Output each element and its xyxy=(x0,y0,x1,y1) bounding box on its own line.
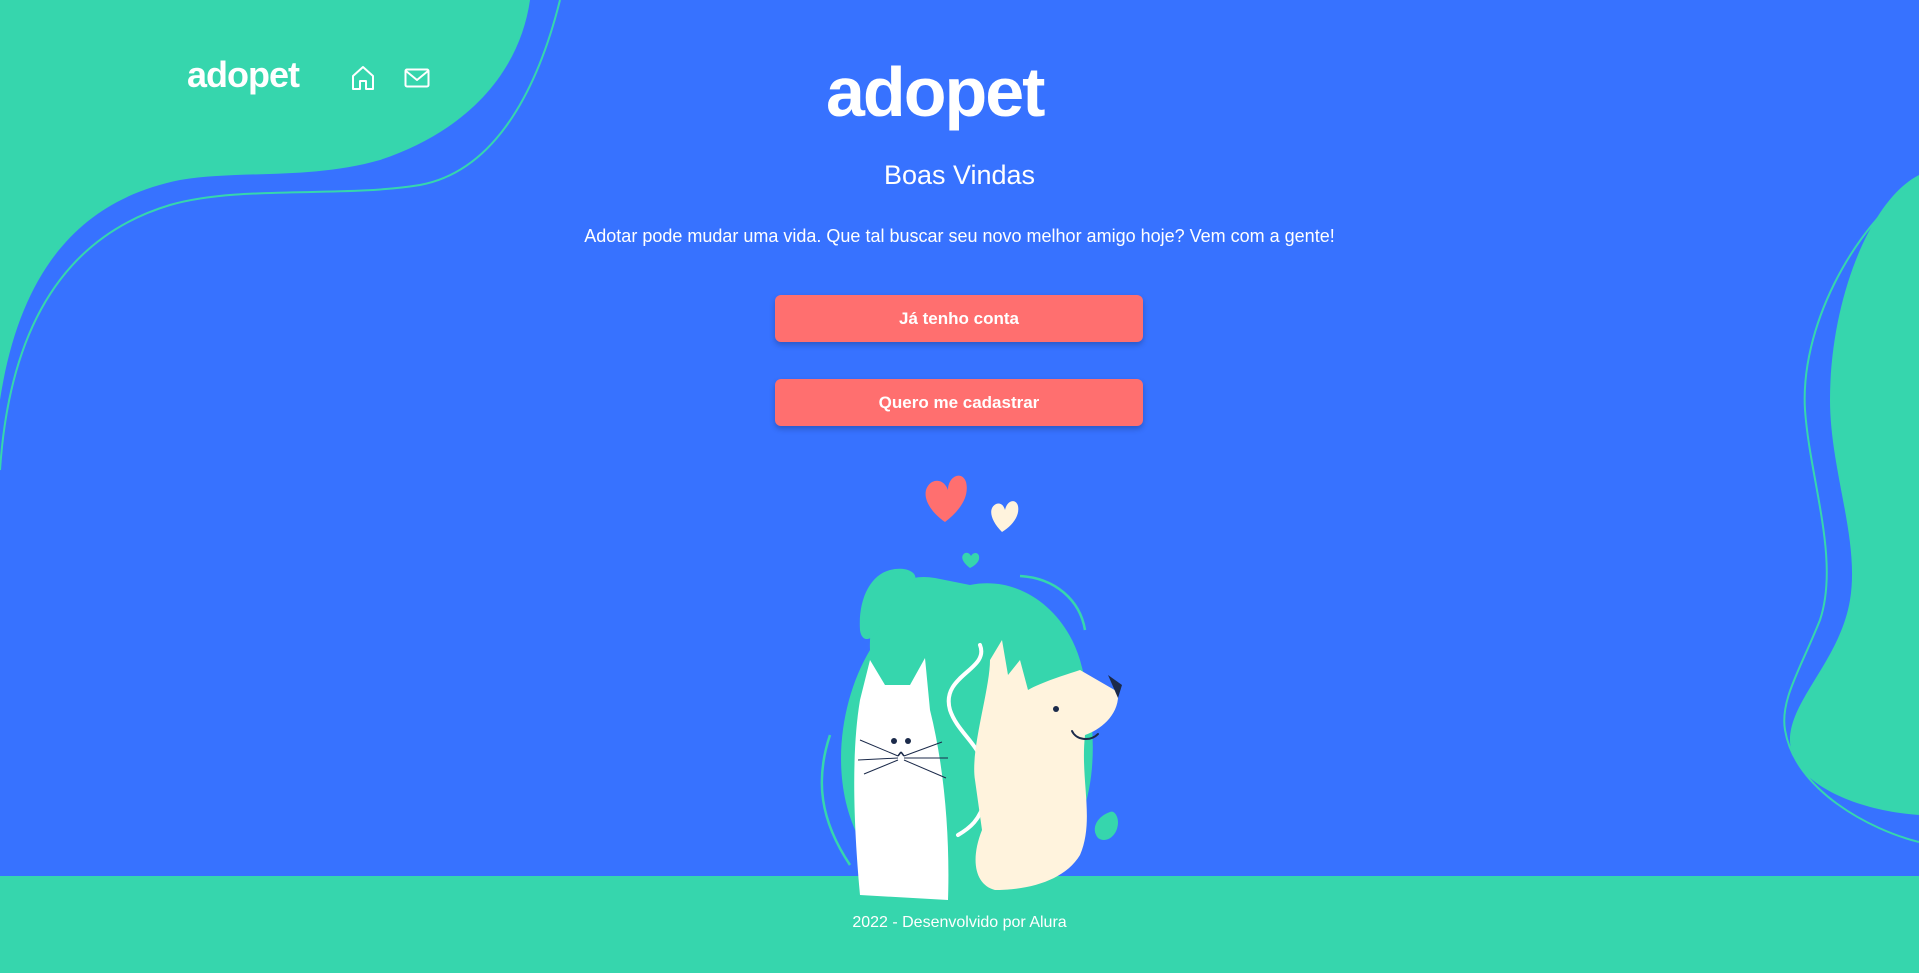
welcome-message: Adotar pode mudar uma vida. Que tal busc… xyxy=(584,226,1335,246)
right-blob xyxy=(1790,175,1919,815)
login-button[interactable]: Já tenho conta xyxy=(775,295,1143,342)
nav-contact-link[interactable] xyxy=(399,60,435,96)
hero-logo-text: adopet xyxy=(826,60,1045,131)
register-button[interactable]: Quero me cadastrar xyxy=(775,379,1143,426)
nav-logo[interactable]: adopet xyxy=(187,54,317,101)
red-heart-icon xyxy=(925,475,967,522)
nav-logo-text: adopet xyxy=(187,56,300,95)
green-drop xyxy=(1094,811,1118,841)
top-navigation: adopet xyxy=(187,54,453,102)
nav-home-link[interactable] xyxy=(345,60,381,96)
home-icon xyxy=(352,66,374,90)
cat-and-dog-illustration xyxy=(820,475,1122,900)
mail-icon xyxy=(404,68,430,88)
green-heart-icon xyxy=(962,552,980,568)
cream-heart-icon xyxy=(991,501,1019,532)
hero-logo: adopet xyxy=(826,53,1096,139)
page-title: Boas Vindas xyxy=(883,160,1036,190)
footer-credit: 2022 - Desenvolvido por Alura xyxy=(852,914,1067,931)
